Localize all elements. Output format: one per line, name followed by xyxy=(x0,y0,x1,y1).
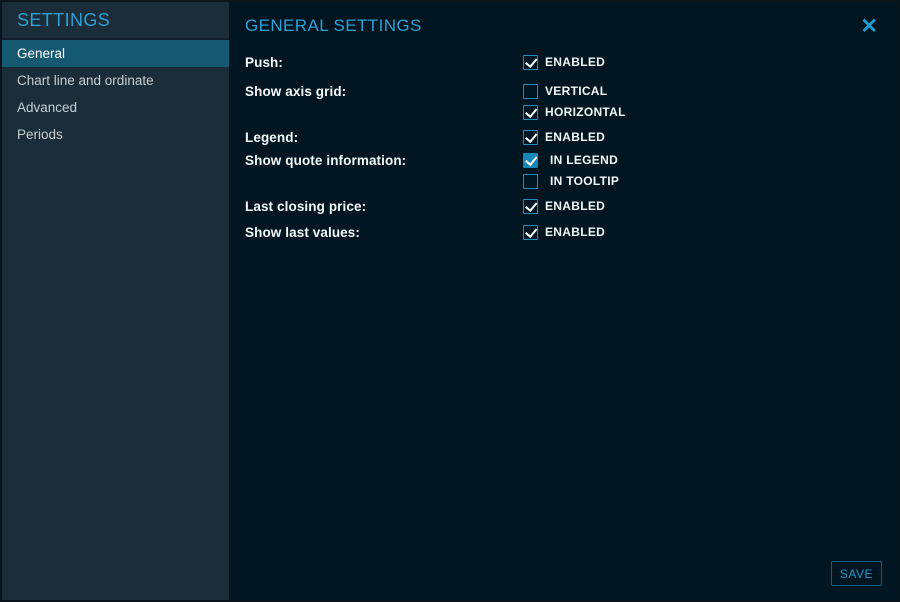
setting-label: Show quote information: xyxy=(245,150,523,171)
settings-panel: GENERAL SETTINGS ✕ Push: ENABLED Show ax… xyxy=(229,2,898,600)
checkbox-label: ENABLED xyxy=(545,225,605,240)
setting-options: ENABLED xyxy=(523,127,605,148)
checkbox-label: IN LEGEND xyxy=(550,153,618,168)
setting-options: ENABLED xyxy=(523,196,605,217)
checkbox-icon[interactable] xyxy=(523,199,538,214)
setting-label: Last closing price: xyxy=(245,196,523,217)
checkbox-icon[interactable] xyxy=(523,105,538,120)
checkbox-option-enabled[interactable]: ENABLED xyxy=(523,222,605,243)
checkbox-option-in-tooltip[interactable]: IN TOOLTIP xyxy=(523,171,619,192)
checkbox-option-horizontal[interactable]: HORIZONTAL xyxy=(523,102,626,123)
setting-options: ENABLED xyxy=(523,52,605,73)
checkbox-option-in-legend[interactable]: IN LEGEND xyxy=(523,150,619,171)
settings-row: Legend: ENABLED xyxy=(245,127,882,148)
checkbox-option-enabled[interactable]: ENABLED xyxy=(523,127,605,148)
settings-row: Show quote information: IN LEGEND IN TOO… xyxy=(245,150,882,192)
checkbox-icon[interactable] xyxy=(523,130,538,145)
page-title: GENERAL SETTINGS xyxy=(245,16,882,38)
settings-form: Push: ENABLED Show axis grid: VERTICAL H… xyxy=(245,52,882,243)
setting-options: VERTICAL HORIZONTAL xyxy=(523,81,626,123)
checkbox-icon[interactable] xyxy=(523,84,538,99)
checkbox-label: IN TOOLTIP xyxy=(550,174,619,189)
setting-label: Legend: xyxy=(245,127,523,148)
sidebar-item-general[interactable]: General xyxy=(2,40,229,67)
sidebar-title: SETTINGS xyxy=(2,2,229,40)
checkbox-icon[interactable] xyxy=(523,174,538,189)
checkbox-icon[interactable] xyxy=(523,225,538,240)
settings-row: Push: ENABLED xyxy=(245,52,882,73)
checkbox-option-enabled[interactable]: ENABLED xyxy=(523,52,605,73)
setting-options: ENABLED xyxy=(523,222,605,243)
settings-row: Show last values: ENABLED xyxy=(245,222,882,243)
checkbox-label: VERTICAL xyxy=(545,84,607,99)
setting-label: Show last values: xyxy=(245,222,523,243)
sidebar-nav: GeneralChart line and ordinateAdvancedPe… xyxy=(2,40,229,148)
setting-label: Show axis grid: xyxy=(245,81,523,102)
checkbox-option-vertical[interactable]: VERTICAL xyxy=(523,81,626,102)
checkbox-icon[interactable] xyxy=(523,153,538,168)
checkbox-label: ENABLED xyxy=(545,55,605,70)
sidebar-item-chart-line-and-ordinate[interactable]: Chart line and ordinate xyxy=(2,67,229,94)
settings-row: Last closing price: ENABLED xyxy=(245,196,882,217)
settings-dialog: SETTINGS GeneralChart line and ordinateA… xyxy=(0,0,900,602)
sidebar-item-periods[interactable]: Periods xyxy=(2,121,229,148)
setting-options: IN LEGEND IN TOOLTIP xyxy=(523,150,619,192)
save-button[interactable]: SAVE xyxy=(831,561,882,586)
setting-label: Push: xyxy=(245,52,523,73)
checkbox-icon[interactable] xyxy=(523,55,538,70)
close-icon[interactable]: ✕ xyxy=(858,14,880,39)
sidebar: SETTINGS GeneralChart line and ordinateA… xyxy=(2,2,229,600)
checkbox-label: ENABLED xyxy=(545,130,605,145)
checkbox-option-enabled[interactable]: ENABLED xyxy=(523,196,605,217)
checkbox-label: HORIZONTAL xyxy=(545,105,626,120)
settings-row: Show axis grid: VERTICAL HORIZONTAL xyxy=(245,81,882,123)
sidebar-item-advanced[interactable]: Advanced xyxy=(2,94,229,121)
checkbox-label: ENABLED xyxy=(545,199,605,214)
